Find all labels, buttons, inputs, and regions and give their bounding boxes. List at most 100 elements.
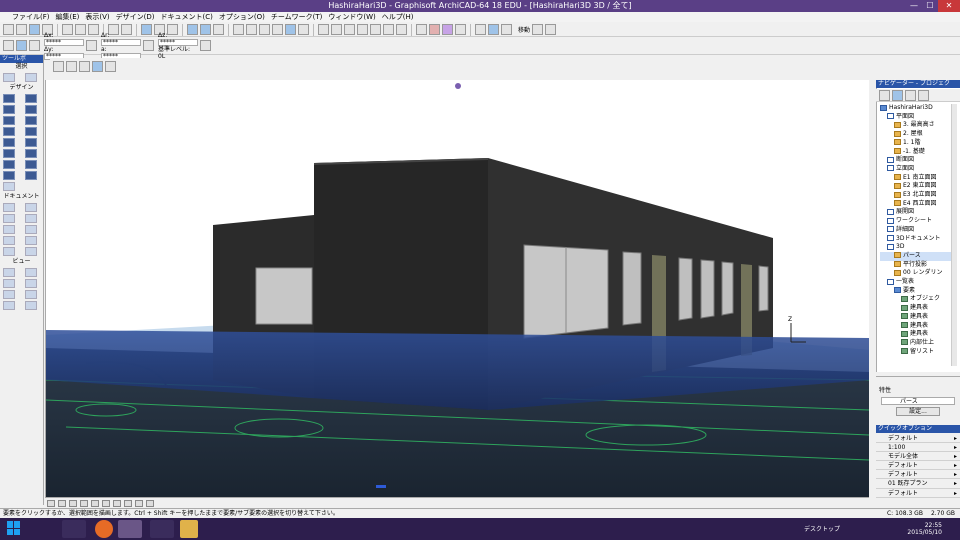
- fill-icon[interactable]: [3, 225, 15, 234]
- dimension-icon[interactable]: [3, 203, 15, 212]
- menu-options[interactable]: オプション(O): [219, 12, 265, 22]
- grid-snap-icon[interactable]: [213, 24, 224, 35]
- menu-teamwork[interactable]: チームワーク(T): [271, 12, 323, 22]
- nav-tree-item[interactable]: 建具表: [880, 322, 956, 331]
- circle-icon[interactable]: [3, 236, 15, 245]
- cursor-snap-icon[interactable]: [29, 40, 40, 51]
- solid-ops-icon[interactable]: [416, 24, 427, 35]
- marquee-select-icon[interactable]: [25, 73, 37, 82]
- pan-icon[interactable]: [80, 499, 88, 507]
- mirror-icon[interactable]: [396, 24, 407, 35]
- column-icon[interactable]: [25, 94, 37, 103]
- open-file-icon[interactable]: [16, 24, 27, 35]
- quick-option-pen-set[interactable]: デフォルト: [876, 461, 960, 471]
- rotate-icon[interactable]: [383, 24, 394, 35]
- favorites-icon[interactable]: [442, 24, 453, 35]
- menu-document[interactable]: ドキュメント(C): [161, 12, 213, 22]
- door-icon[interactable]: [3, 105, 15, 114]
- view-map-icon[interactable]: [892, 90, 903, 101]
- taskbar-app-1[interactable]: [62, 520, 86, 538]
- interior-elevation-icon[interactable]: [3, 279, 15, 288]
- nav-tree-item[interactable]: 断面図: [880, 156, 956, 165]
- arrow-tool-icon[interactable]: [141, 24, 152, 35]
- sun-study-icon[interactable]: [475, 24, 486, 35]
- nav-tree-item[interactable]: 詳細図: [880, 226, 956, 235]
- polyline-icon[interactable]: [25, 236, 37, 245]
- coordinate-icon[interactable]: [16, 40, 27, 51]
- project-map-icon[interactable]: [879, 90, 890, 101]
- explorer-icon[interactable]: [180, 520, 198, 538]
- nav-tree-item[interactable]: 建具表: [880, 304, 956, 313]
- delete-icon[interactable]: [298, 24, 309, 35]
- elevation-view-icon[interactable]: [25, 268, 37, 277]
- roof-icon[interactable]: [25, 138, 37, 147]
- nav-tree-item[interactable]: 建具表: [880, 313, 956, 322]
- archicad-icon[interactable]: [118, 520, 142, 538]
- nav-tree-item[interactable]: オブジェク: [880, 295, 956, 304]
- edit-element-icon[interactable]: [246, 24, 257, 35]
- quick-option-layer[interactable]: デフォルト: [876, 434, 960, 444]
- arrow-right-icon[interactable]: [200, 40, 211, 51]
- close-button[interactable]: ✕: [938, 0, 960, 12]
- worksheet-icon[interactable]: [25, 279, 37, 288]
- level-value[interactable]: 0L: [158, 53, 198, 60]
- nav-tree-item[interactable]: 00 レンダリン: [880, 269, 956, 278]
- quick-option-renovation[interactable]: 01 既存プラン: [876, 479, 960, 489]
- quick-option-override[interactable]: デフォルト: [876, 470, 960, 480]
- nav-tree-item[interactable]: 留リスト: [880, 348, 956, 357]
- zoom-in-icon[interactable]: [47, 499, 55, 507]
- display-options-icon[interactable]: [501, 24, 512, 35]
- elevation-icon[interactable]: [143, 40, 154, 51]
- marquee-icon[interactable]: [272, 24, 283, 35]
- menu-file[interactable]: ファイル(F): [12, 12, 50, 22]
- quick-option-model-view[interactable]: モデル全体: [876, 452, 960, 462]
- intersect-icon[interactable]: [285, 24, 296, 35]
- nav-tree-item[interactable]: 3D: [880, 243, 956, 252]
- dr-field[interactable]: *****: [101, 38, 141, 46]
- window-icon[interactable]: [25, 105, 37, 114]
- offset-icon[interactable]: [259, 24, 270, 35]
- plus-icon[interactable]: [3, 40, 14, 51]
- trace-icon[interactable]: [233, 24, 244, 35]
- label-icon[interactable]: [25, 214, 37, 223]
- maximize-button[interactable]: ☐: [922, 0, 938, 12]
- 3d-viewport[interactable]: Z: [45, 80, 869, 497]
- nav-tree-item[interactable]: 1. 1階: [880, 139, 956, 148]
- detail-icon[interactable]: [3, 290, 15, 299]
- selection-method-icon[interactable]: [53, 61, 64, 72]
- quick-option-structure[interactable]: デフォルト: [876, 489, 960, 498]
- nav-tree-item[interactable]: パース: [880, 251, 956, 261]
- properties-field[interactable]: パース: [881, 397, 955, 405]
- menu-design[interactable]: デザイン(D): [116, 12, 155, 22]
- publisher-icon[interactable]: [918, 90, 929, 101]
- polygon-select-icon[interactable]: [66, 61, 77, 72]
- navigator-scrollbar[interactable]: [951, 104, 957, 366]
- nav-tree-item[interactable]: 立面図: [880, 165, 956, 174]
- view-indicator-icon[interactable]: [455, 83, 461, 89]
- explore-icon[interactable]: [124, 499, 132, 507]
- desktop-toolbar[interactable]: デスクトップ: [804, 524, 840, 533]
- shell-icon[interactable]: [3, 149, 15, 158]
- slab-icon[interactable]: [3, 138, 15, 147]
- object-icon[interactable]: [25, 116, 37, 125]
- grid-element-icon[interactable]: [25, 301, 37, 310]
- nav-tree-item[interactable]: HashiraHari3D: [880, 104, 956, 113]
- renovation-icon[interactable]: [429, 24, 440, 35]
- system-clock[interactable]: 22:55 2015/05/10: [907, 522, 942, 536]
- previous-view-icon[interactable]: [102, 499, 110, 507]
- split-icon[interactable]: [357, 24, 368, 35]
- save-icon[interactable]: [29, 24, 40, 35]
- nav-tree-item[interactable]: E3 北立面図: [880, 191, 956, 200]
- 3d-view-icon[interactable]: [488, 24, 499, 35]
- menu-help[interactable]: ヘルプ(H): [382, 12, 414, 22]
- nav-tree-item[interactable]: 一覧表: [880, 278, 956, 287]
- pointer-icon[interactable]: [105, 61, 116, 72]
- curtain-wall-icon[interactable]: [3, 160, 15, 169]
- quick-option-scale[interactable]: 1:100: [876, 443, 960, 453]
- taskbar-app-4[interactable]: [150, 520, 174, 538]
- change-icon[interactable]: [25, 290, 37, 299]
- adjust-icon[interactable]: [370, 24, 381, 35]
- dz-field[interactable]: *****: [158, 38, 198, 46]
- stretch-icon[interactable]: [331, 24, 342, 35]
- level-dimension-icon[interactable]: [25, 203, 37, 212]
